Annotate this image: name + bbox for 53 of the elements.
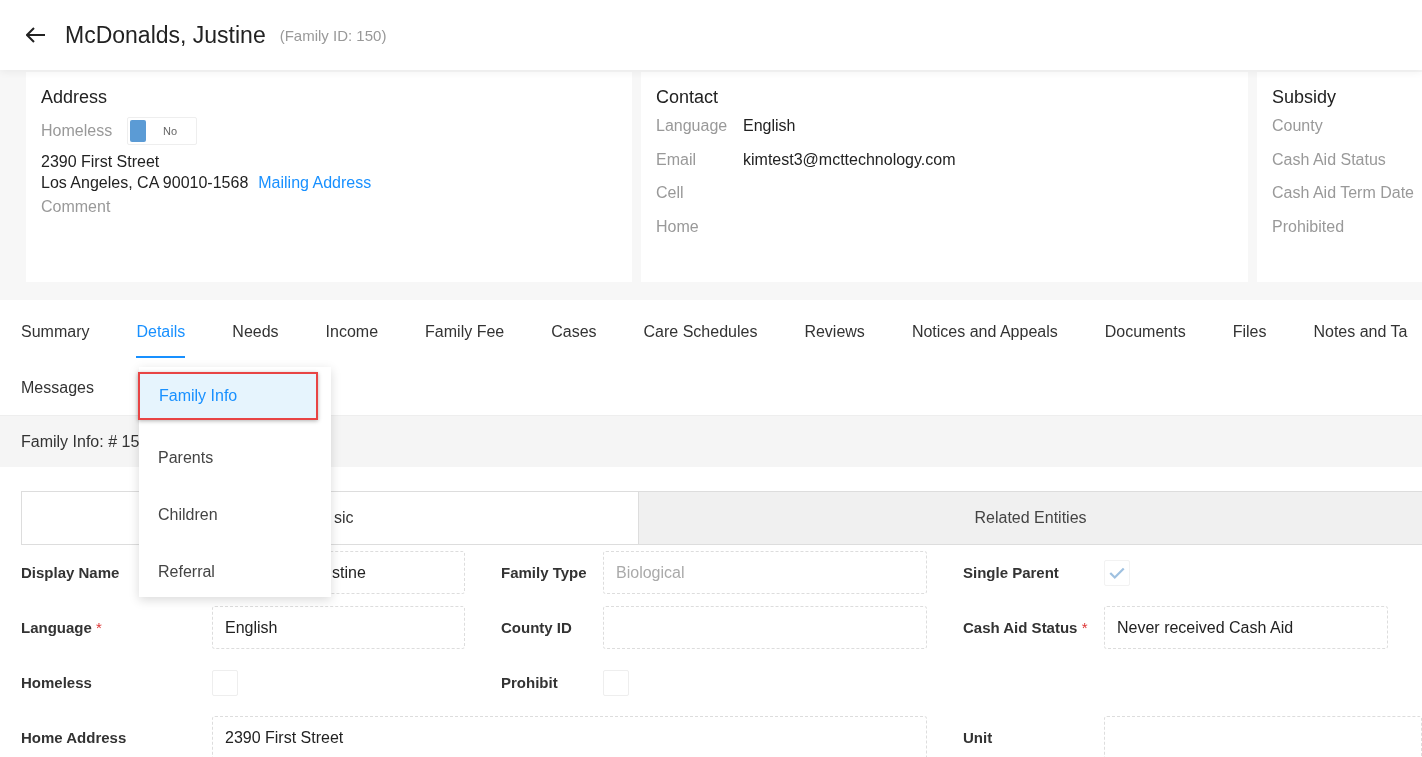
field-label: Unit bbox=[962, 729, 993, 746]
family-id: (Family ID: 150) bbox=[279, 26, 387, 44]
nav-tab[interactable]: Care Schedules bbox=[643, 320, 758, 376]
input-field[interactable]: 2390 First Street bbox=[212, 716, 927, 757]
card-title: Subsidy bbox=[1272, 87, 1338, 108]
field-label: Email bbox=[656, 150, 697, 169]
check-icon bbox=[1108, 565, 1126, 580]
menu-item[interactable]: Parents bbox=[139, 429, 331, 486]
field-label: Homeless bbox=[41, 122, 113, 140]
field-value: English bbox=[743, 117, 796, 135]
nav-tab[interactable]: Cases bbox=[551, 320, 597, 376]
input-field[interactable] bbox=[1104, 716, 1422, 757]
field-label: Comment bbox=[41, 198, 112, 216]
nav-tab[interactable]: Files bbox=[1232, 320, 1267, 376]
card-title: Address bbox=[41, 87, 109, 108]
nav-tab[interactable]: Messages bbox=[21, 376, 94, 432]
field-label: Home bbox=[656, 217, 700, 236]
input-field[interactable]: Never received Cash Aid bbox=[1104, 606, 1388, 649]
field-label: Language bbox=[656, 117, 729, 135]
input-field[interactable]: English bbox=[212, 606, 465, 649]
nav-tab[interactable]: Documents bbox=[1104, 320, 1186, 376]
field-label: Prohibited bbox=[1272, 217, 1345, 236]
street-address: 2390 First Street bbox=[41, 153, 161, 171]
field-label: County ID bbox=[500, 619, 572, 636]
field-label: County bbox=[1272, 117, 1323, 135]
field-label: Prohibit bbox=[500, 674, 558, 691]
homeless-toggle[interactable]: No bbox=[127, 117, 198, 145]
field-label: Family Type bbox=[500, 564, 587, 581]
field-label: Language * bbox=[21, 619, 102, 636]
field-label: Cash Aid Term Date bbox=[1272, 184, 1414, 202]
input-field[interactable] bbox=[603, 606, 927, 649]
menu-item[interactable]: Children bbox=[139, 486, 331, 543]
nav-tab[interactable]: Income bbox=[325, 320, 379, 376]
field-label: Cash Aid Status bbox=[1272, 150, 1386, 169]
field-label: Cell bbox=[656, 184, 685, 202]
nav-tab[interactable]: Summary bbox=[21, 320, 90, 376]
section-title: Family Info: # 15 bbox=[21, 432, 140, 451]
sub-tab[interactable]: Related Entities bbox=[638, 492, 1422, 544]
checkbox[interactable] bbox=[1104, 559, 1130, 586]
field-label: Home Address bbox=[21, 729, 127, 746]
field-label: Cash Aid Status * bbox=[962, 619, 1088, 636]
city-line: Los Angeles, CA 90010-1568 bbox=[41, 174, 249, 192]
field-label: Display Name bbox=[21, 564, 120, 581]
nav-tab[interactable]: Reviews bbox=[804, 320, 865, 376]
card-title: Contact bbox=[656, 87, 720, 108]
nav-tab[interactable]: Notices and Appeals bbox=[911, 320, 1058, 376]
field-label: Homeless bbox=[21, 674, 92, 691]
field-value: kimtest3@mcttechnology.com bbox=[743, 150, 956, 169]
nav-tab[interactable]: Notes and Ta bbox=[1313, 320, 1408, 376]
page-title: McDonalds, Justine bbox=[65, 21, 266, 49]
field-label: Single Parent bbox=[962, 564, 1059, 581]
back-arrow-icon[interactable] bbox=[26, 27, 46, 43]
nav-tab[interactable]: Family Fee bbox=[425, 320, 505, 376]
